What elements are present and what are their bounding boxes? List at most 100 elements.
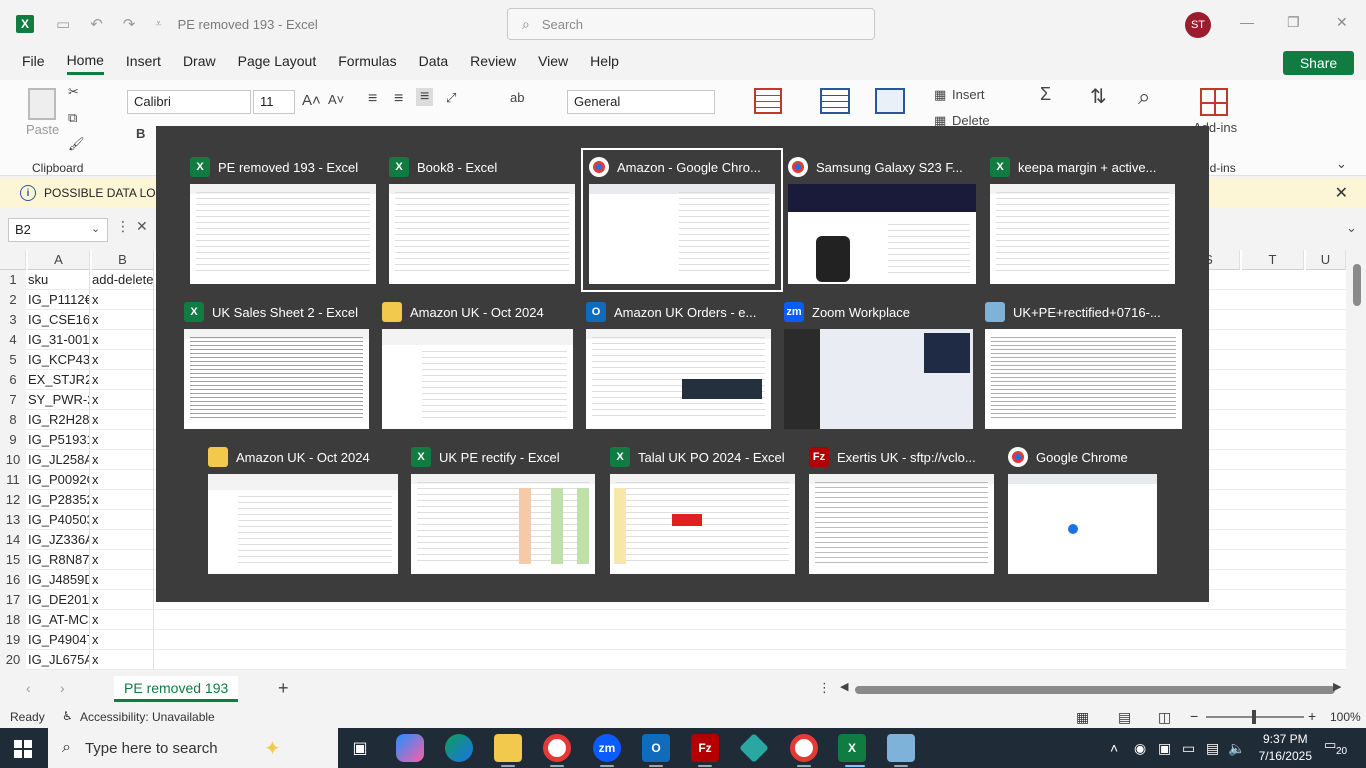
format-as-table-icon[interactable] [820, 88, 850, 114]
row-number[interactable]: 3 [0, 310, 26, 330]
page-layout-view-icon[interactable]: ▤ [1118, 709, 1131, 726]
windows-start-icon[interactable] [14, 740, 32, 758]
wrap-text-icon[interactable]: ab [510, 90, 524, 105]
close-button[interactable]: ✕ [1336, 14, 1348, 31]
horizontal-scroll-thumb[interactable] [855, 686, 1335, 694]
page-break-view-icon[interactable]: ◫ [1158, 709, 1171, 726]
zoom-slider-thumb[interactable] [1252, 710, 1256, 724]
scroll-right-icon[interactable]: ▶ [1333, 680, 1341, 693]
clock[interactable]: 9:37 PM 7/16/2025 [1259, 731, 1312, 765]
column-header-u[interactable]: U [1306, 250, 1346, 270]
name-box-dropdown-icon[interactable]: ⌄ [91, 222, 100, 235]
align-top-icon[interactable]: ≡ [368, 90, 377, 108]
cell-b[interactable]: x [92, 550, 154, 570]
task-view-icon[interactable]: ▣ [346, 734, 374, 762]
column-header-a[interactable]: A [28, 250, 90, 270]
row-number[interactable]: 2 [0, 290, 26, 310]
paste-icon[interactable] [28, 88, 56, 120]
orientation-icon[interactable]: ⤢ [446, 90, 456, 106]
cell-b[interactable]: x [92, 290, 154, 310]
row-number[interactable]: 10 [0, 450, 26, 470]
row-number[interactable]: 1 [0, 270, 26, 290]
row-number[interactable]: 17 [0, 590, 26, 610]
outlook-icon[interactable]: O [642, 734, 670, 762]
conditional-formatting-icon[interactable] [754, 88, 782, 114]
cell-b[interactable]: x [92, 490, 154, 510]
cell-b[interactable]: x [92, 510, 154, 530]
cell-a[interactable]: IG_JL675A [28, 650, 90, 670]
select-all-corner[interactable] [0, 250, 26, 270]
redo-icon[interactable]: ↷ [123, 15, 136, 33]
share-button[interactable]: Share [1283, 51, 1354, 75]
expand-formula-bar-icon[interactable]: ⌄ [1346, 220, 1357, 236]
file-explorer-icon[interactable] [494, 734, 522, 762]
vertical-scrollbar[interactable] [1348, 250, 1366, 675]
bold-button[interactable]: B [136, 126, 145, 141]
tab-home[interactable]: Home [66, 52, 104, 75]
row-number[interactable]: 15 [0, 550, 26, 570]
row-number[interactable]: 9 [0, 430, 26, 450]
cancel-formula-icon[interactable]: ✕ [136, 218, 148, 235]
row-number[interactable]: 16 [0, 570, 26, 590]
row-number[interactable]: 5 [0, 350, 26, 370]
autosum-icon[interactable]: Σ [1040, 84, 1051, 105]
volume-icon[interactable]: 🔈 [1228, 740, 1245, 757]
cell-b[interactable]: x [92, 330, 154, 350]
app-diamond-icon[interactable] [739, 733, 769, 763]
cell-b[interactable]: add-delete [92, 270, 154, 290]
column-header-b[interactable]: B [92, 250, 154, 270]
chrome-icon[interactable] [543, 734, 571, 762]
copilot-sparkle-icon[interactable]: ✦ [264, 736, 281, 761]
row-number[interactable]: 18 [0, 610, 26, 630]
row-number[interactable]: 11 [0, 470, 26, 490]
zoom-out-icon[interactable]: − [1190, 708, 1198, 724]
align-middle-icon[interactable]: ≡ [394, 90, 403, 108]
cell-styles-icon[interactable] [875, 88, 905, 114]
align-bottom-icon[interactable]: ≡ [416, 88, 434, 106]
cell-b[interactable]: x [92, 410, 154, 430]
cell-a[interactable]: IG_DE2011 [28, 590, 90, 610]
cell-a[interactable]: IG_R8N87, [28, 550, 90, 570]
show-hidden-icons-icon[interactable]: ˄ [1110, 740, 1118, 756]
excel-icon[interactable]: X [838, 734, 866, 762]
add-sheet-button[interactable]: + [278, 678, 289, 699]
cell-b[interactable]: x [92, 350, 154, 370]
tab-review[interactable]: Review [470, 53, 516, 73]
insert-cells-icon[interactable]: ▦ [934, 87, 946, 103]
meet-now-icon[interactable]: ▣ [1158, 740, 1171, 757]
cell-a[interactable]: IG_P51931 [28, 430, 90, 450]
sheet-tab-pe-removed-193[interactable]: PE removed 193 [114, 676, 239, 702]
row-number[interactable]: 12 [0, 490, 26, 510]
minimize-button[interactable]: — [1240, 14, 1254, 30]
save-icon[interactable]: ▭ [56, 15, 70, 33]
cell-a[interactable]: IG_R2H28/ [28, 410, 90, 430]
formula-bar-menu-icon[interactable]: ⋮ [116, 218, 130, 235]
tab-formulas[interactable]: Formulas [338, 53, 396, 73]
zoom-icon[interactable]: zm [593, 734, 621, 762]
row-number[interactable]: 6 [0, 370, 26, 390]
cell-a[interactable]: IG_J4859D [28, 570, 90, 590]
row-number[interactable]: 7 [0, 390, 26, 410]
cell-a[interactable]: IG_P28352 [28, 490, 90, 510]
cell-a[interactable]: sku [28, 270, 90, 290]
zoom-in-icon[interactable]: + [1308, 708, 1316, 724]
add-ins-icon[interactable] [1200, 88, 1228, 116]
row-number[interactable]: 20 [0, 650, 26, 670]
cell-b[interactable]: x [92, 390, 154, 410]
cell-a[interactable]: EX_STJR20 [28, 370, 90, 390]
tab-page-layout[interactable]: Page Layout [238, 53, 317, 73]
row-number[interactable]: 8 [0, 410, 26, 430]
search-box[interactable]: ⌕ Search [507, 8, 875, 40]
font-size-select[interactable]: 11 [253, 90, 295, 114]
increase-font-icon[interactable]: A˄ [302, 92, 321, 109]
cell-a[interactable]: SY_PWR-2 [28, 390, 90, 410]
find-select-icon[interactable]: ⌕ [1138, 84, 1150, 110]
decrease-font-icon[interactable]: A˅ [328, 92, 344, 107]
cell-a[interactable]: IG_CSE16- [28, 310, 90, 330]
accessibility-status[interactable]: Accessibility: Unavailable [80, 710, 215, 724]
cell-a[interactable]: IG_AT-MC [28, 610, 90, 630]
zoom-slider[interactable] [1206, 710, 1304, 724]
notepad-icon[interactable] [887, 734, 915, 762]
cell-b[interactable]: x [92, 370, 154, 390]
prev-sheet-icon[interactable]: ‹ [26, 680, 31, 696]
